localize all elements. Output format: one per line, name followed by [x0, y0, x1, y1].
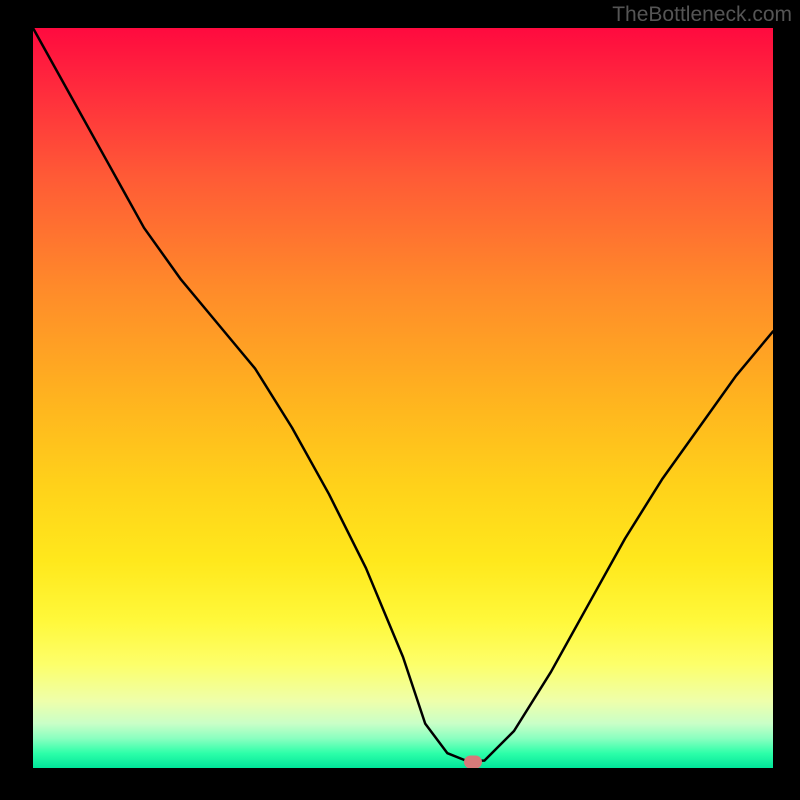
optimal-marker	[464, 756, 482, 768]
plot-area	[33, 28, 773, 768]
bottleneck-curve	[33, 28, 773, 768]
watermark-text: TheBottleneck.com	[612, 3, 792, 27]
